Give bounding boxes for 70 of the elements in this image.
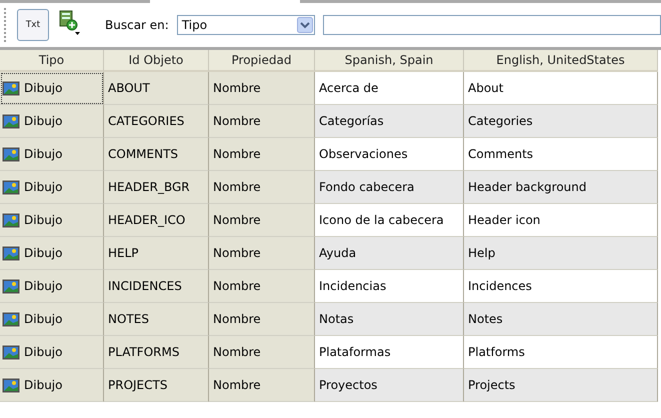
table-cell: Nombre [209,105,315,138]
table-cell: Notas [315,303,464,336]
type-text: Dibujo [24,378,62,392]
column-header[interactable]: Spanish, Spain [315,50,464,72]
type-text: Dibujo [24,279,62,293]
table-cell: Proyectos [315,369,464,402]
table-cell: PROJECTS [104,369,209,402]
type-text: Dibujo [24,147,62,161]
table-cell: Categorías [315,105,464,138]
search-in-label: Buscar en: [105,18,169,32]
table-cell: Fondo cabecera [315,171,464,204]
table-cell: Categories [464,105,658,138]
table-cell: HELP [104,237,209,270]
table-cell: NOTES [104,303,209,336]
table-cell: CATEGORIES [104,105,209,138]
table-cell: Nombre [209,303,315,336]
image-icon [2,378,20,392]
table-cell: Incidences [464,270,658,303]
type-text: Dibujo [24,180,62,194]
add-table-icon [57,9,81,35]
column-header[interactable]: Propiedad [209,50,315,72]
table-cell: Header icon [464,204,658,237]
column-header[interactable]: Tipo [0,50,104,72]
type-text: Dibujo [24,345,62,359]
table-cell: Nombre [209,369,315,402]
table-cell: Incidencias [315,270,464,303]
table-cell: Nombre [209,336,315,369]
type-text: Dibujo [24,312,62,326]
table-cell: Help [464,237,658,270]
table-cell: Platforms [464,336,658,369]
table-cell: Notes [464,303,658,336]
table-cell: INCIDENCES [104,270,209,303]
table-cell: Icono de la cabecera [315,204,464,237]
type-text: Dibujo [24,114,62,128]
table-cell: PLATFORMS [104,336,209,369]
type-text: Dibujo [24,81,62,95]
table-cell: Header background [464,171,658,204]
table-cell: Nombre [209,72,315,105]
table-cell: About [464,72,658,105]
table-cell: ABOUT [104,72,209,105]
image-icon [2,114,20,128]
image-icon [2,246,20,260]
image-icon [2,180,20,194]
table-cell: HEADER_BGR [104,171,209,204]
search-in-dropdown[interactable]: Tipo [176,15,315,35]
table-cell: Nombre [209,237,315,270]
table-cell: HEADER_ICO [104,204,209,237]
type-text: Dibujo [24,213,62,227]
table-cell: Comments [464,138,658,171]
image-icon [2,344,20,360]
table-cell: Projects [464,369,658,402]
image-icon [2,80,20,96]
image-icon [2,212,20,228]
table-cell: Acerca de [315,72,464,105]
table-cell: Observaciones [315,138,464,171]
table-cell: Nombre [209,204,315,237]
table-cell: COMMENTS [104,138,209,171]
table-cell: Nombre [209,270,315,303]
table-cell: Nombre [209,171,315,204]
table-cell: Nombre [209,138,315,171]
txt-button[interactable]: Txt [17,9,49,41]
search-field[interactable] [322,15,661,35]
image-icon [2,278,20,294]
type-text: Dibujo [24,246,62,260]
table-cell: Plataformas [315,336,464,369]
column-header[interactable]: English, UnitedStates [464,50,658,72]
column-header[interactable]: Id Objeto [104,50,209,72]
table-cell: Ayuda [315,237,464,270]
image-icon [2,146,20,162]
image-icon [2,312,20,326]
